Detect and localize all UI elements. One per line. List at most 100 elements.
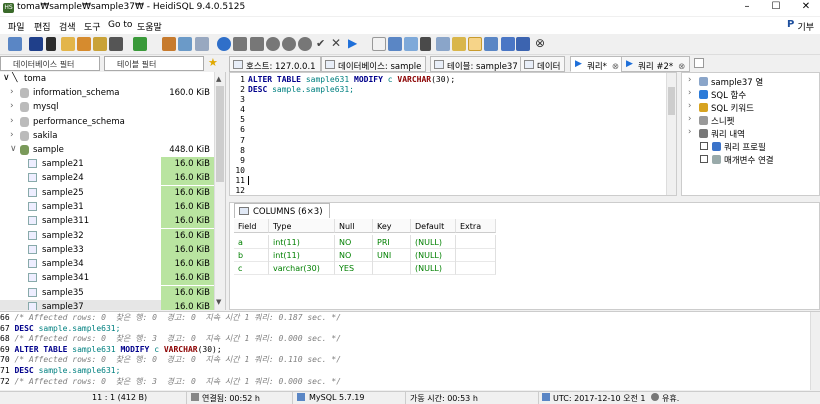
disconnect-icon[interactable] <box>46 37 56 51</box>
checkbox[interactable] <box>700 155 708 163</box>
menu-goto[interactable]: Go to <box>108 20 132 30</box>
donate-button[interactable]: 기부 <box>797 20 814 33</box>
tab-host[interactable]: 호스트: 127.0.0.1 <box>229 56 321 72</box>
tree-table-sample311[interactable]: sample311 16.0 KiB <box>0 214 214 229</box>
tree-table-sample33[interactable]: sample33 16.0 KiB <box>0 242 214 257</box>
column-header[interactable]: Null <box>335 219 373 233</box>
menu-file[interactable]: 파일 <box>8 20 25 33</box>
tree-database-sakila[interactable]: › sakila <box>0 129 214 143</box>
save-icon[interactable] <box>388 37 402 51</box>
tree-scrollbar[interactable]: ▲ ▼ <box>214 72 225 310</box>
code-area[interactable]: ALTER TABLE sample631 MODIFY c VARCHAR(3… <box>248 75 455 95</box>
tree-table-sample37[interactable]: sample37 16.0 KiB <box>0 300 214 310</box>
undo-icon[interactable] <box>93 37 107 51</box>
table-cell[interactable]: YES <box>335 261 373 275</box>
menu-edit[interactable]: 편집 <box>34 20 51 33</box>
table-cell[interactable]: PRI <box>373 235 411 249</box>
table-cell[interactable]: c <box>234 261 269 275</box>
menu-help[interactable]: 도움말 <box>137 20 162 33</box>
checkbox[interactable] <box>700 142 708 150</box>
table-cell[interactable]: NO <box>335 235 373 249</box>
menu-search[interactable]: 검색 <box>59 20 76 33</box>
next-icon[interactable] <box>250 37 264 51</box>
helper-item[interactable]: › sample37 열 <box>682 75 819 88</box>
tree-table-sample21[interactable]: sample21 16.0 KiB <box>0 157 214 171</box>
tree-table-sample34[interactable]: sample34 16.0 KiB <box>0 257 214 272</box>
table-cell[interactable]: (NULL) <box>411 235 456 249</box>
table-filter-input[interactable]: 테이블 필터 <box>104 56 204 71</box>
chevron-right-icon[interactable]: › <box>688 88 691 98</box>
table-cell[interactable]: a <box>234 235 269 249</box>
explain-icon[interactable] <box>484 37 498 51</box>
table-cell[interactable] <box>456 235 496 249</box>
load-icon[interactable] <box>404 37 418 51</box>
log-scrollbar[interactable] <box>810 312 820 390</box>
tree-table-sample25[interactable]: sample25 16.0 KiB <box>0 185 214 200</box>
table-cell[interactable]: (NULL) <box>411 248 456 262</box>
first-icon[interactable] <box>217 37 231 51</box>
connect-icon[interactable] <box>29 37 43 51</box>
table-cell[interactable]: NO <box>335 248 373 262</box>
results-tab[interactable]: COLUMNS (6×3) <box>234 203 330 218</box>
minimize-button[interactable]: – <box>734 0 760 16</box>
tree-database-mysql[interactable]: › mysql <box>0 100 214 114</box>
tab-query[interactable]: ▶ 쿼리* ⊗ <box>570 56 625 72</box>
tree-database-sample[interactable]: ∨ sample 448.0 KiB <box>0 143 214 157</box>
table-cell[interactable] <box>373 261 411 275</box>
chevron-right-icon[interactable]: › <box>10 101 14 111</box>
table-cell[interactable]: int(11) <box>269 235 335 249</box>
x-icon[interactable]: ✕ <box>331 36 341 50</box>
tree-root[interactable]: ∨ ╲ toma <box>0 72 214 86</box>
column-header[interactable]: Key <box>373 219 411 233</box>
tree-database-information_schema[interactable]: › information_schema 160.0 KiB <box>0 86 214 100</box>
maximize-button[interactable]: ☐ <box>763 0 789 16</box>
table-cell[interactable] <box>456 261 496 275</box>
binoculars-icon[interactable] <box>420 37 431 51</box>
new-tab-icon[interactable] <box>694 58 704 68</box>
helper-item[interactable]: › SQL 키워드 <box>682 101 819 114</box>
column-header[interactable]: Default <box>411 219 456 233</box>
run-icon[interactable]: ▶ <box>348 36 357 50</box>
tree-database-performance_schema[interactable]: › performance_schema <box>0 115 214 129</box>
helper-item[interactable]: › SQL 함수 <box>682 88 819 101</box>
tab-query-2[interactable]: ▶ 쿼리 #2* ⊗ <box>621 56 691 72</box>
print-icon[interactable] <box>109 37 123 51</box>
chevron-right-icon[interactable]: › <box>688 101 691 111</box>
star-icon[interactable]: ★ <box>208 56 218 69</box>
chevron-down-icon[interactable]: ∨ <box>10 144 17 154</box>
link-icon[interactable] <box>501 37 515 51</box>
run-selection-icon[interactable] <box>372 37 386 51</box>
helper-item[interactable]: › 쿼리 내역 <box>682 127 819 140</box>
table-cell[interactable]: UNI <box>373 248 411 262</box>
chevron-right-icon[interactable]: › <box>10 87 14 97</box>
replace-icon[interactable] <box>436 37 450 51</box>
column-header[interactable]: Extra <box>456 219 496 233</box>
copy-icon[interactable] <box>61 37 75 51</box>
format-icon[interactable] <box>468 37 482 51</box>
refresh-icon[interactable] <box>133 37 147 51</box>
check-icon[interactable]: ✔ <box>316 37 325 50</box>
tree-table-sample32[interactable]: sample32 16.0 KiB <box>0 228 214 243</box>
tree-table-sample24[interactable]: sample24 16.0 KiB <box>0 171 214 186</box>
column-header[interactable]: Type <box>269 219 335 233</box>
prev-icon[interactable] <box>233 37 247 51</box>
chevron-right-icon[interactable]: › <box>688 114 691 124</box>
tab-table[interactable]: 테이블: sample37 <box>430 56 523 72</box>
chevron-right-icon[interactable]: › <box>688 75 691 85</box>
paste-icon[interactable] <box>77 37 91 51</box>
tree-table-sample35[interactable]: sample35 16.0 KiB <box>0 285 214 300</box>
close-tab-icon[interactable]: ⊗ <box>612 62 619 72</box>
user-manager-icon[interactable] <box>162 37 176 51</box>
table-cell[interactable]: int(11) <box>269 248 335 262</box>
donate-icon[interactable]: P <box>787 19 794 30</box>
close-tab-icon[interactable]: ⊗ <box>678 62 685 72</box>
column-header[interactable]: Field <box>234 219 269 233</box>
maintenance-icon[interactable] <box>195 37 209 51</box>
chevron-right-icon[interactable]: › <box>688 127 691 137</box>
tree-table-sample341[interactable]: sample341 16.0 KiB <box>0 271 214 286</box>
menu-tools[interactable]: 도구 <box>84 20 101 33</box>
cancel-icon[interactable] <box>298 37 312 51</box>
help-icon[interactable] <box>516 37 530 51</box>
tab-database[interactable]: 데이터베이스: sample <box>321 56 427 72</box>
table-cell[interactable]: b <box>234 248 269 262</box>
